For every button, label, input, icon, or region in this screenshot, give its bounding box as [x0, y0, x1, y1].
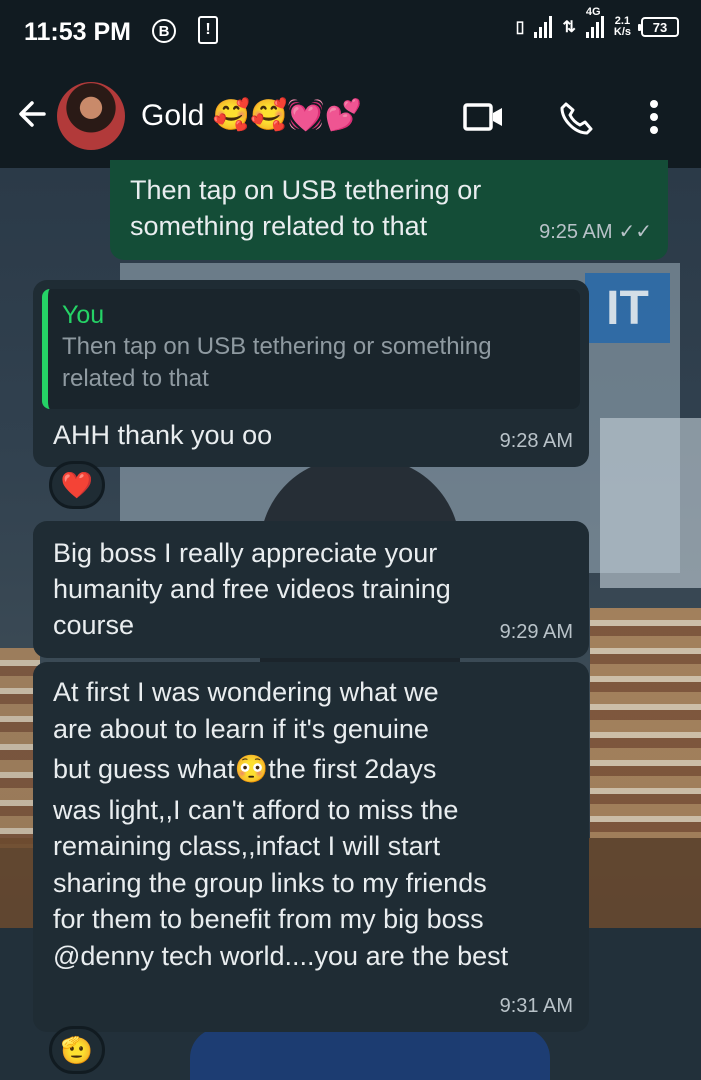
quote-text-line: related to that — [62, 365, 209, 392]
wallpaper-shirt — [190, 1028, 550, 1080]
message-text-line: At first I was wondering what we — [53, 677, 439, 707]
signal-4g: 4G — [585, 6, 604, 38]
network-speed: 2.1 K/s — [614, 16, 631, 38]
arrow-left-icon[interactable] — [14, 96, 54, 136]
message-text-line: Big boss I really appreciate your — [53, 538, 438, 568]
message-text-line: humanity and free videos training — [53, 574, 451, 604]
double-check-icon: ✓✓ — [618, 221, 652, 243]
vibrate-icon: ▯ — [515, 19, 525, 36]
message-text-line: for them to benefit from my big boss — [53, 904, 484, 934]
reaction-salute-icon[interactable]: 🫡 — [49, 1026, 105, 1074]
message-text: AHH thank you oo — [53, 420, 273, 450]
message-bubble-incoming[interactable]: Big boss I really appreciate your humani… — [33, 521, 589, 658]
message-text-line: course — [53, 610, 135, 640]
message-text-line: Then tap on USB tethering or — [130, 175, 482, 205]
message-bubble-incoming[interactable]: You Then tap on USB tethering or somethi… — [33, 280, 589, 467]
network-type: 4G — [585, 6, 601, 18]
message-text-line: remaining class,,infact I will start — [53, 831, 441, 861]
quote-author: You — [62, 301, 105, 329]
message-bubble-outgoing[interactable]: Then tap on USB tethering or something r… — [110, 160, 668, 260]
phone-icon[interactable] — [557, 100, 595, 143]
wallpaper-poster — [600, 418, 701, 588]
wallpaper-it-sign: IT — [585, 273, 670, 343]
alert-icon: ! — [198, 16, 218, 44]
wallpaper-books-right — [590, 608, 701, 838]
avatar[interactable] — [57, 82, 125, 150]
video-call-icon[interactable] — [463, 100, 505, 139]
reaction-heart-icon[interactable]: ❤️ — [49, 461, 105, 509]
message-text-line: was light,,I can't afford to miss the — [53, 794, 459, 825]
message-text-line: but guess what😳the first 2days — [53, 754, 437, 784]
message-time: 9:25 AM ✓✓ — [539, 214, 652, 250]
data-arrows-icon: ⇅ — [562, 19, 576, 36]
message-bubble-incoming[interactable]: At first I was wondering what we are abo… — [33, 662, 589, 1032]
battery-icon: 73 — [638, 17, 679, 37]
message-time-text: 9:25 AM — [539, 221, 613, 243]
contact-name[interactable]: Gold 🥰🥰💓💕 — [141, 98, 362, 133]
more-vertical-icon[interactable] — [648, 98, 660, 141]
signal-icon — [534, 16, 553, 38]
message-time: 9:29 AM — [499, 621, 573, 643]
message-text-line: are about to learn if it's genuine — [53, 713, 429, 744]
status-time: 11:53 PM — [24, 18, 132, 46]
chat-header: Gold 🥰🥰💓💕 — [0, 64, 701, 168]
network-speed-unit: K/s — [613, 26, 631, 38]
message-text-line: @denny tech world....you are the best — [53, 940, 509, 971]
quote-text-line: Then tap on USB tethering or something — [62, 333, 492, 360]
quoted-message[interactable]: You Then tap on USB tethering or somethi… — [42, 289, 580, 409]
message-text-line: sharing the group links to my friends — [53, 867, 487, 898]
signal-icon-2 — [585, 16, 604, 38]
message-time: 9:28 AM — [499, 430, 573, 452]
message-time: 9:31 AM — [499, 994, 573, 1017]
status-indicators: ▯ ⇅ 4G 2.1 K/s 73 — [515, 6, 679, 38]
b-badge-icon: B — [152, 19, 176, 43]
status-bar: 11:53 PM B ! ▯ ⇅ 4G 2.1 K/s 73 — [0, 0, 701, 64]
